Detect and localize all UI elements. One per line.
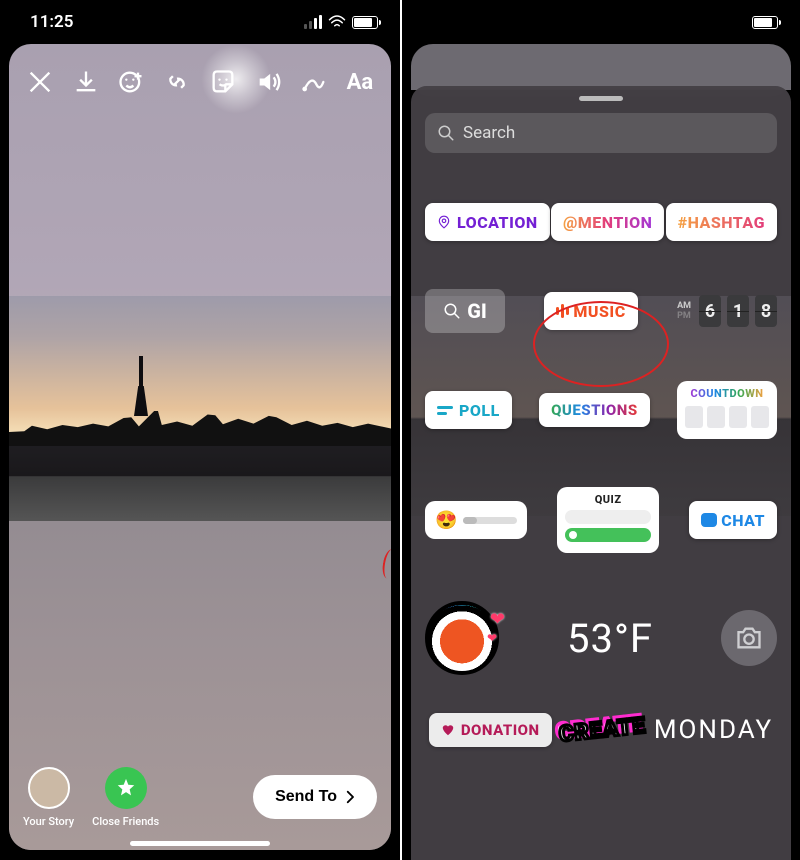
sticker-label: MUSIC — [573, 302, 625, 321]
story-canvas[interactable]: Aa Your Story Close Friends Send To — [9, 44, 391, 850]
send-to-button[interactable]: Send To — [253, 775, 377, 819]
sticker-search[interactable]: Search — [425, 113, 777, 153]
sticker-mention[interactable]: @MENTION — [551, 203, 664, 241]
your-story-button[interactable]: Your Story — [23, 767, 74, 828]
sticker-label: #HASHTAG — [678, 213, 765, 232]
sticker-label: QUIZ — [595, 493, 622, 506]
sticker-countdown[interactable]: COUNTDOWN — [677, 381, 777, 439]
sticker-label: DONATION — [461, 721, 540, 739]
phone-right-sticker-tray: 11:25 Search LOCATION @MENTION — [400, 0, 800, 860]
save-icon[interactable] — [69, 65, 103, 99]
sticker-camera[interactable] — [721, 610, 777, 666]
draw-icon[interactable] — [297, 65, 331, 99]
sticker-emoji-slider[interactable]: 😍 — [425, 501, 527, 539]
search-placeholder: Search — [463, 123, 515, 143]
text-icon[interactable]: Aa — [343, 65, 377, 99]
sticker-donation[interactable]: DONATION — [429, 713, 552, 747]
sticker-label: POLL — [459, 401, 500, 420]
editor-toolbar: Aa — [9, 52, 391, 112]
story-photo[interactable] — [9, 296, 391, 521]
search-icon — [437, 124, 455, 142]
sticker-music[interactable]: MUSIC — [544, 292, 637, 330]
sticker-tray[interactable]: Search LOCATION @MENTION #HASHTAG — [411, 86, 791, 860]
sticker-temperature[interactable]: 53°F — [567, 615, 653, 662]
avatar — [28, 767, 70, 809]
sticker-chat[interactable]: CHAT — [689, 501, 777, 539]
face-filter-icon[interactable] — [114, 65, 148, 99]
sticker-questions[interactable]: QUESTIONS — [539, 393, 650, 427]
drag-handle[interactable] — [579, 96, 623, 101]
battery-icon — [752, 16, 778, 29]
sticker-time[interactable]: AM PM 6 1 8 — [677, 295, 777, 327]
heart-eyes-emoji-icon: 😍 — [435, 510, 457, 531]
battery-icon — [352, 16, 378, 29]
sticker-label: GI — [467, 299, 487, 323]
close-friends-label: Close Friends — [92, 815, 159, 828]
music-eq-icon — [556, 304, 569, 318]
sticker-poll[interactable]: POLL — [425, 391, 512, 429]
search-icon — [443, 302, 461, 320]
sticker-label: QUESTIONS — [551, 401, 638, 419]
sticker-gif[interactable]: GI — [425, 289, 505, 333]
camera-icon — [735, 626, 763, 650]
home-indicator[interactable] — [130, 841, 270, 846]
poll-icon — [437, 406, 453, 415]
close-friends-button[interactable]: Close Friends — [92, 767, 159, 828]
phone-left-story-editor: 11:25 — [0, 0, 400, 860]
clock-digit: 6 — [699, 295, 721, 327]
sticker-label: CHAT — [721, 511, 765, 530]
sticker-label: CREATE — [558, 713, 647, 747]
status-icons — [304, 15, 378, 29]
sticker-selfie-mouth[interactable] — [425, 601, 499, 675]
chat-bubble-icon — [701, 513, 717, 527]
slider-track — [463, 517, 517, 524]
countdown-slots-icon — [685, 406, 769, 428]
signal-icon — [304, 15, 322, 29]
story-canvas-peek[interactable] — [411, 44, 791, 90]
wifi-icon — [328, 15, 346, 29]
your-story-label: Your Story — [23, 815, 74, 828]
link-icon[interactable] — [160, 65, 194, 99]
sticker-hashtag[interactable]: #HASHTAG — [666, 203, 777, 241]
ampm-label: AM PM — [677, 302, 691, 321]
sticker-quiz[interactable]: QUIZ — [557, 487, 659, 553]
close-button[interactable] — [23, 65, 57, 99]
clock-digit: 8 — [755, 295, 777, 327]
sticker-location[interactable]: LOCATION — [425, 203, 550, 241]
send-to-label: Send To — [275, 788, 337, 806]
sticker-label: MONDAY — [654, 715, 773, 745]
sticker-day[interactable]: MONDAY — [654, 715, 773, 745]
bottom-bar: Your Story Close Friends Send To — [9, 754, 391, 840]
sticker-label: LOCATION — [457, 213, 538, 232]
status-time: 11:25 — [30, 12, 73, 32]
sound-icon[interactable] — [252, 65, 286, 99]
sticker-create[interactable]: CREATE — [558, 713, 647, 747]
sticker-icon[interactable] — [206, 65, 240, 99]
sticker-label: @MENTION — [563, 213, 652, 232]
pin-icon — [437, 214, 451, 230]
sticker-label: COUNTDOWN — [690, 387, 763, 400]
close-friends-icon — [105, 767, 147, 809]
clock-digit: 1 — [727, 295, 749, 327]
sticker-label: 53°F — [567, 615, 653, 662]
statusbar: 11:25 — [0, 0, 400, 44]
heart-icon — [441, 723, 455, 737]
